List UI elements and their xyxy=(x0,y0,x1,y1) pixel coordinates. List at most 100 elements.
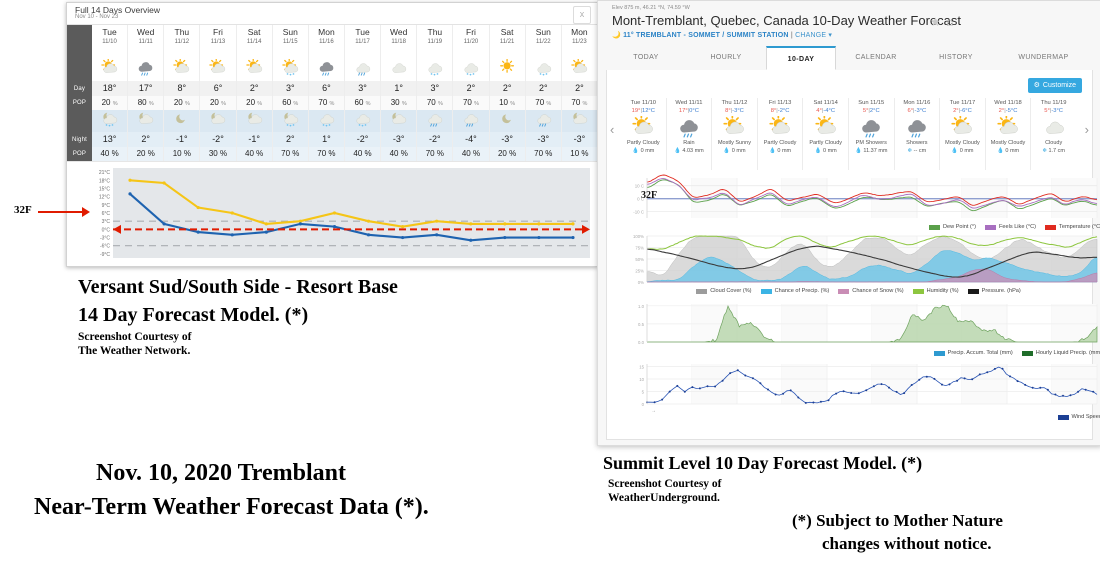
day-card-0[interactable]: Tue 11/10 19°|12°C Partly Cloudy 💧 0 mm xyxy=(621,98,667,170)
card-condition: Partly Cloudy xyxy=(809,140,843,146)
card-temps: 17°|0°C xyxy=(678,108,699,114)
weather-network-panel: Full 14 Days Overview Nov 10 - Nov 23 x … xyxy=(66,2,598,267)
night-temp-11: -3° xyxy=(489,132,526,147)
night-icon-cell-5 xyxy=(272,110,309,132)
station-name[interactable]: TREMBLANT - SOMMET / SUMMIT STATION xyxy=(636,32,789,39)
card-date: Tue 11/17 xyxy=(949,100,976,106)
day-card-9[interactable]: Thu 11/19 5°|-3°C Cloudy ❄ 1.7 cm xyxy=(1031,98,1076,170)
card-precip: 💧 0 mm xyxy=(632,148,655,154)
tab-calendar[interactable]: CALENDAR xyxy=(836,46,916,70)
day-pop-4: 20 % xyxy=(236,96,273,110)
drop-grey-icon: 💧 xyxy=(814,148,822,154)
card-condition: Showers xyxy=(906,140,928,146)
home-icon[interactable]: ⌂ xyxy=(946,15,953,29)
night-pop-12: 70 % xyxy=(525,147,562,161)
svg-text:100%: 100% xyxy=(633,234,644,239)
svg-text:-10 C: -10 C xyxy=(633,210,644,215)
wind-chart-legend: Wind Speed xyxy=(935,412,1100,422)
customize-button[interactable]: ⚙ Customize xyxy=(1027,78,1082,93)
precipitation-chart-legend: Precip. Accum. Total (mm) Hourly Liquid … xyxy=(815,348,1100,358)
legend-label-feels-like: Feels Like (°C) xyxy=(998,224,1037,230)
moon-icon: 🌙 xyxy=(612,32,621,39)
day-column-2: Thu 11/12 xyxy=(164,25,201,59)
day-cards: Tue 11/10 19°|12°C Partly Cloudy 💧 0 mm Wed … xyxy=(621,98,1076,170)
day-card-8[interactable]: Wed 11/18 2°|-5°C Mostly Cloudy 💧 0 mm xyxy=(986,98,1032,170)
night-icon-cell-13 xyxy=(561,110,597,132)
card-temps: 4°|-4°C xyxy=(816,108,836,114)
row-label-day-pop: POP xyxy=(67,96,92,110)
bottom-left-line2: Near-Term Weather Forecast Data (*). xyxy=(34,494,429,520)
night-temp-7: -2° xyxy=(344,132,382,147)
night-pop-5: 70 % xyxy=(272,147,309,161)
day-date: 11/13 xyxy=(210,39,226,45)
night-icon-cell-12 xyxy=(525,110,562,132)
row-label-night-pop: POP xyxy=(67,147,92,161)
day-pop-0: 20 % xyxy=(92,96,129,110)
card-precip: 💧 0 mm xyxy=(951,148,974,154)
night-temp-8: -3° xyxy=(381,132,418,147)
svg-text:75%: 75% xyxy=(635,246,644,251)
next-days-button[interactable]: › xyxy=(1085,122,1089,137)
cloud-snow-icon xyxy=(318,110,335,132)
detail-charts: 10 C0 C -10 C Dew Point (°) Feels Like (°… xyxy=(615,174,1100,432)
day-date: 11/17 xyxy=(355,39,370,45)
card-temps: 2°|-5°C xyxy=(998,108,1018,114)
day-card-7[interactable]: Tue 11/17 2°|-6°C Mostly Cloudy 💧 0 mm xyxy=(940,98,986,170)
day-date: 11/10 xyxy=(102,39,117,45)
prev-days-button[interactable]: ‹ xyxy=(610,122,614,137)
day-card-6[interactable]: Mon 11/16 6°|-3°C Showers ❄ -- cm xyxy=(895,98,941,170)
rain-cloud-icon xyxy=(318,59,335,81)
day-card-4[interactable]: Sat 11/14 4°|-4°C Partly Cloudy 💧 0 mm xyxy=(803,98,849,170)
tab-10-day[interactable]: 10-DAY xyxy=(766,46,836,70)
legend-dew-point: Dew Point (°) xyxy=(928,224,976,230)
day-temp-4: 2° xyxy=(236,81,273,96)
close-icon[interactable]: x xyxy=(573,6,591,24)
night-pop-11: 20 % xyxy=(489,147,526,161)
day-name: Tue xyxy=(102,27,117,37)
disclaimer-line1: (*) Subject to Mother Nature xyxy=(792,511,1003,530)
legend-chance-snow: Chance of Snow (%) xyxy=(838,288,904,294)
twn-night-icon-row xyxy=(67,110,597,132)
legend-temperature: Temperature (°C) xyxy=(1045,224,1100,230)
day-temp-3: 6° xyxy=(200,81,237,96)
annotation-32f-label: 32F xyxy=(14,204,32,216)
svg-text:5: 5 xyxy=(642,390,645,395)
card-precip: 💧 11.37 mm xyxy=(855,148,888,154)
card-date: Mon 11/16 xyxy=(903,100,931,106)
night-pop-2: 10 % xyxy=(164,147,201,161)
card-temps: 8°|-3°C xyxy=(725,108,744,114)
day-name: Sat xyxy=(247,27,261,37)
day-card-2[interactable]: Thu 11/12 8°|-3°C Mostly Sunny 💧 0 mm xyxy=(712,98,758,170)
day-name: Wed xyxy=(390,27,408,37)
card-date: Wed 11/18 xyxy=(994,100,1022,106)
night-icon-cell-7 xyxy=(344,110,382,132)
day-card-5[interactable]: Sun 11/15 5°|2°C PM Showers 💧 11.37 mm xyxy=(849,98,895,170)
legend-wind-speed: Wind Speed xyxy=(1057,414,1100,420)
day-card-3[interactable]: Fri 11/13 8°|-2°C Partly Cloudy 💧 0 mm xyxy=(758,98,804,170)
twn-header: Full 14 Days Overview Nov 10 - Nov 23 x xyxy=(67,3,597,25)
tab-today[interactable]: TODAY xyxy=(606,46,686,70)
twn-chart-svg: 21°C 18°C 15°C 12°C 9°C 6°C 3°C 0°C -3°C -6°C -9°C xyxy=(99,168,590,258)
day-card-1[interactable]: Wed 11/11 17°|0°C Rain 💧 4.03 mm xyxy=(667,98,713,170)
right-credit-line1: Screenshot Courtesy of xyxy=(608,478,722,490)
tab-wundermap[interactable]: WUNDERMAP xyxy=(996,46,1091,70)
left-caption-line2: 14 Day Forecast Model. (*) xyxy=(78,304,309,326)
change-link[interactable]: CHANGE xyxy=(795,32,826,39)
sun-cloud-icon xyxy=(621,115,666,139)
moon-cloud-snow-icon xyxy=(101,110,118,132)
sun-cloud-icon xyxy=(245,58,263,81)
humidity-pressure-chart: 100%75%50%25%0%1028.001021.001013.001006… xyxy=(615,234,1100,302)
night-icon-cell-2 xyxy=(164,110,201,132)
day-date: 11/19 xyxy=(427,39,443,45)
tab-history[interactable]: HISTORY xyxy=(916,46,996,70)
star-icon[interactable]: ★ xyxy=(930,15,941,29)
day-icon-cell-3 xyxy=(200,58,237,81)
night-pop-1: 20 % xyxy=(128,147,165,161)
left-credit-line2: The Weather Network. xyxy=(78,345,191,357)
sun-cloud-icon xyxy=(986,115,1031,139)
tab-hourly[interactable]: HOURLY xyxy=(686,46,766,70)
night-pop-4: 40 % xyxy=(236,147,273,161)
chevron-down-icon[interactable]: ▾ xyxy=(828,32,832,39)
day-temp-10: 2° xyxy=(453,81,490,96)
day-date: 11/21 xyxy=(499,39,515,45)
